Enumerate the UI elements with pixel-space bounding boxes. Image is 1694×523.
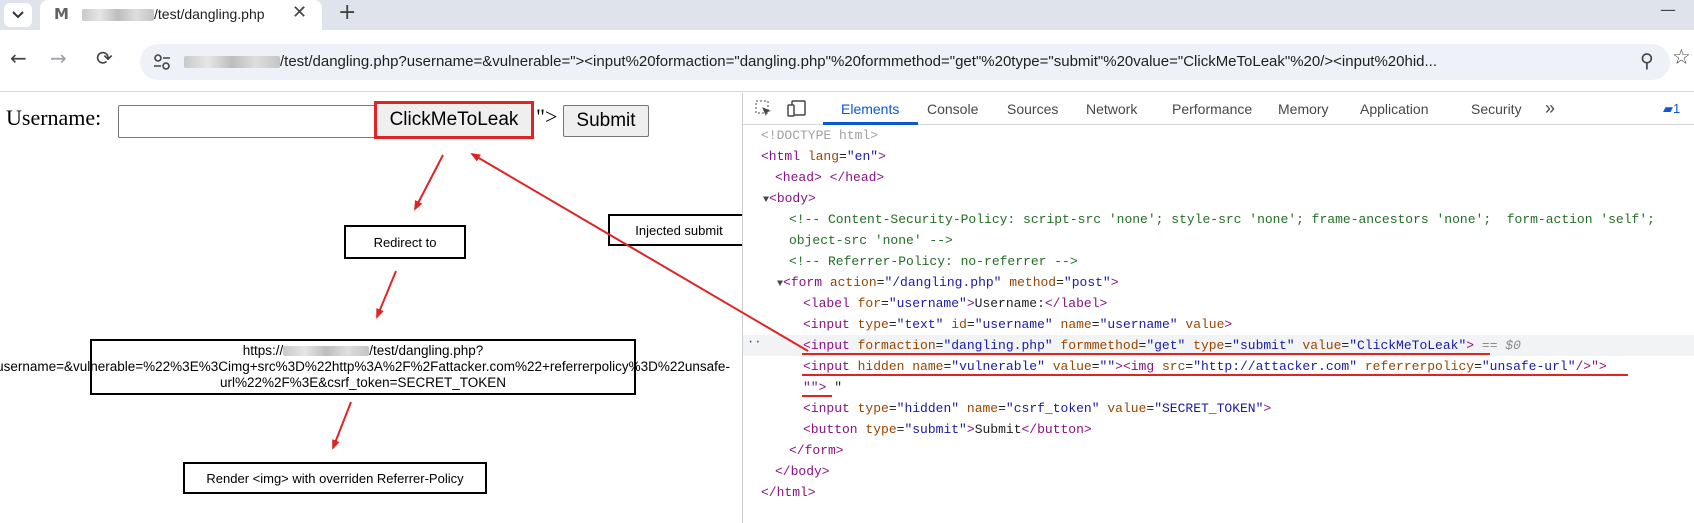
dom-line-input-text[interactable]: <input type="text" id="username" name="u… <box>743 314 1694 335</box>
dom-line-head[interactable]: <head> </head> <box>743 167 1694 188</box>
tab-network[interactable]: Network <box>1086 101 1137 117</box>
tab-title: /test/dangling.php <box>82 6 265 22</box>
dom-line-html-close[interactable]: </html> <box>743 482 1694 503</box>
injected-submit-annotation: Injected submit <box>608 214 750 246</box>
more-tabs-icon[interactable]: » <box>1545 98 1555 119</box>
dom-line-body[interactable]: ▼<body> <box>743 188 1694 209</box>
dom-line-injected-input[interactable]: ·· <input formaction="dangling.php" formm… <box>743 335 1694 356</box>
issues-icon: ▰ <box>1663 101 1673 116</box>
dom-line-form[interactable]: ▼<form action="/dangling.php" method="po… <box>743 272 1694 293</box>
dom-line-csp-comment[interactable]: <!-- Content-Security-Policy: script-src… <box>743 209 1694 230</box>
site-settings-icon[interactable] <box>152 52 172 72</box>
browser-toolbar: ← → ⟳ /test/dangling.php?username=&vulne… <box>0 30 1694 92</box>
username-input[interactable] <box>118 105 378 138</box>
bookmark-star-icon[interactable]: ☆ <box>1672 45 1691 69</box>
dom-line-referrer-comment[interactable]: <!-- Referrer-Policy: no-referrer --> <box>743 251 1694 272</box>
tab-search-button[interactable] <box>4 3 32 27</box>
tab-security[interactable]: Security <box>1471 101 1522 117</box>
dom-line-residue-text[interactable]: ""> " <box>743 377 1694 398</box>
dom-line-html[interactable]: <html lang="en"> <box>743 146 1694 167</box>
zoom-icon[interactable]: ⚲ <box>1640 50 1654 72</box>
tab-performance[interactable]: Performance <box>1172 101 1252 117</box>
dom-line-csp-comment-cont[interactable]: object-src 'none' --> <box>743 230 1694 251</box>
leaked-url-annotation: https:///test/dangling.php?username=&vul… <box>0 339 730 395</box>
tab-application[interactable]: Application <box>1360 101 1429 117</box>
tab-memory[interactable]: Memory <box>1278 101 1329 117</box>
close-icon[interactable]: ✕ <box>292 2 307 23</box>
tab-strip: M /test/dangling.php ✕ + — <box>0 0 1694 30</box>
forward-arrow-icon[interactable]: → <box>50 46 67 70</box>
inspect-element-icon[interactable] <box>755 100 773 118</box>
reload-icon[interactable]: ⟳ <box>96 46 113 70</box>
back-arrow-icon[interactable]: ← <box>10 46 27 70</box>
gmail-favicon-icon: M <box>54 5 69 23</box>
dom-line-hidden-input[interactable]: <input hidden name="vulnerable" value=""… <box>743 356 1694 377</box>
minimize-icon[interactable]: — <box>1660 0 1676 19</box>
url-text[interactable]: /test/dangling.php?username=&vulnerable=… <box>184 53 1437 70</box>
tab-dangling[interactable]: M /test/dangling.php ✕ <box>40 0 322 30</box>
chevron-down-icon <box>12 11 24 19</box>
dom-line-form-close[interactable]: </form> <box>743 440 1694 461</box>
redirect-annotation: Redirect to <box>344 225 466 259</box>
tab-sources[interactable]: Sources <box>1007 101 1058 117</box>
submit-button[interactable]: Submit <box>563 105 649 137</box>
dangling-residue-text: "> <box>536 104 558 129</box>
dom-line-csrf-input[interactable]: <input type="hidden" name="csrf_token" v… <box>743 398 1694 419</box>
tab-elements[interactable]: Elements <box>841 101 899 117</box>
issues-badge[interactable]: ▰1 <box>1663 101 1680 117</box>
dom-line-body-close[interactable]: </body> <box>743 461 1694 482</box>
new-tab-button[interactable]: + <box>338 0 356 25</box>
tab-console[interactable]: Console <box>927 101 978 117</box>
more-actions-icon[interactable]: ·· <box>747 335 761 349</box>
device-toolbar-icon[interactable] <box>787 100 807 118</box>
devtools-panel: Elements Console Sources Network Perform… <box>742 93 1694 523</box>
username-label: Username: <box>6 105 102 130</box>
render-img-annotation: Render <img> with overriden Referrer-Pol… <box>183 462 487 494</box>
devtools-tabbar: Elements Console Sources Network Perform… <box>743 93 1694 125</box>
dom-line-label[interactable]: <label for="username">Username:</label> <box>743 293 1694 314</box>
page-content: Username: ClickMeToLeak "> Submit Redire… <box>0 93 750 523</box>
dom-line-doctype[interactable]: <!DOCTYPE html> <box>743 125 1694 146</box>
leak-button-highlight <box>374 101 534 139</box>
dom-line-button[interactable]: <button type="submit">Submit</button> <box>743 419 1694 440</box>
address-bar[interactable]: /test/dangling.php?username=&vulnerable=… <box>140 44 1670 80</box>
